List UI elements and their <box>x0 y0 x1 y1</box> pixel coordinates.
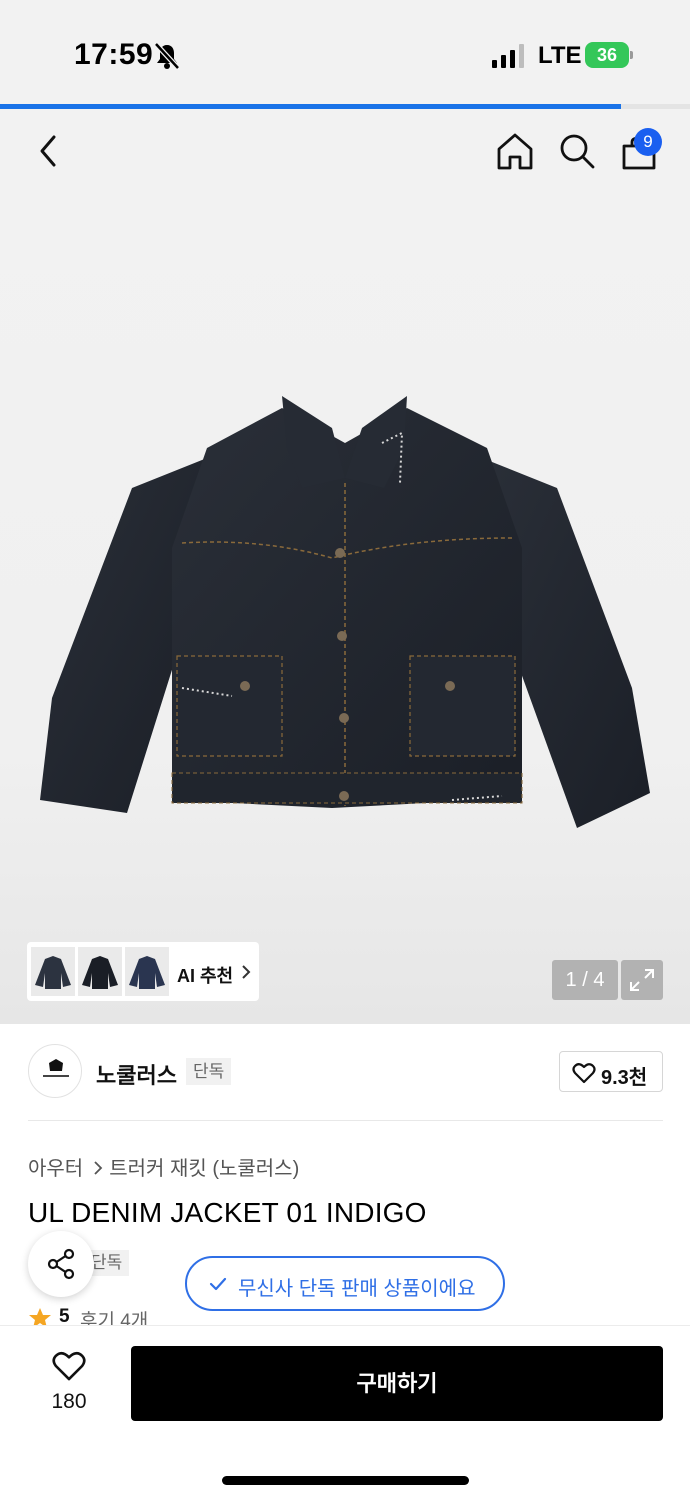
wishlist-count: 180 <box>51 1390 87 1413</box>
brand-logo[interactable] <box>28 1044 82 1098</box>
exclusive-sale-text: 무신사 단독 판매 상품이에요 <box>238 1278 476 1300</box>
ai-thumbnail[interactable] <box>31 947 75 996</box>
chevron-right-icon <box>94 1161 103 1175</box>
wishlist-button[interactable]: 180 <box>40 1348 98 1418</box>
star-icon <box>29 1308 51 1327</box>
heart-icon <box>52 1351 86 1381</box>
ai-recommend-label[interactable]: AI 추천 <box>177 962 233 988</box>
rating-summary[interactable]: 5 후기 4개 <box>28 1305 228 1327</box>
share-icon <box>47 1248 75 1280</box>
ai-thumbnail[interactable] <box>78 947 122 996</box>
ai-recommendation-strip[interactable]: AI 추천 <box>27 942 259 1001</box>
check-icon <box>209 1277 227 1291</box>
home-icon[interactable] <box>496 132 534 170</box>
brand-like-count: 9.3천 <box>601 1067 648 1089</box>
bell-slash-icon <box>154 42 180 70</box>
battery-indicator: 36 <box>585 42 633 68</box>
product-title: UL DENIM JACKET 01 INDIGO <box>28 1197 427 1228</box>
breadcrumb-subcategory[interactable]: 트러커 재킷 (노쿨러스) <box>109 1158 299 1180</box>
signal-bars-icon <box>492 44 524 68</box>
ai-thumbnail[interactable] <box>125 947 169 996</box>
network-type: LTE <box>538 42 582 69</box>
brand-like-button[interactable]: 9.3천 <box>559 1051 663 1092</box>
breadcrumb-category[interactable]: 아우터 <box>28 1158 83 1180</box>
cart-count-badge: 9 <box>634 128 662 156</box>
status-bar: 17:59 LTE 36 <box>0 0 690 104</box>
chevron-left-icon[interactable] <box>36 134 62 168</box>
brand-name[interactable]: 노쿨러스 <box>96 1058 177 1090</box>
rating-score: 5 <box>59 1306 70 1327</box>
buy-button[interactable]: 구매하기 <box>131 1346 663 1421</box>
expand-image-button[interactable] <box>621 960 663 1000</box>
review-count[interactable]: 후기 4개 <box>80 1306 148 1327</box>
exclusive-sale-banner: 무신사 단독 판매 상품이에요 <box>185 1256 505 1311</box>
status-time: 17:59 <box>74 38 154 71</box>
exclusive-badge: 단독 <box>186 1058 232 1085</box>
heart-icon <box>572 1063 596 1084</box>
chevron-right-icon <box>242 965 251 979</box>
image-counter: 1 / 4 <box>552 960 618 1000</box>
battery-level: 36 <box>596 45 618 65</box>
breadcrumb: 아우터 트러커 재킷 (노쿨러스) <box>28 1152 299 1181</box>
expand-icon <box>630 969 654 991</box>
home-indicator[interactable] <box>222 1476 469 1485</box>
search-icon[interactable] <box>558 132 596 170</box>
share-button[interactable] <box>28 1231 94 1297</box>
divider <box>28 1120 663 1121</box>
product-image <box>40 396 650 828</box>
